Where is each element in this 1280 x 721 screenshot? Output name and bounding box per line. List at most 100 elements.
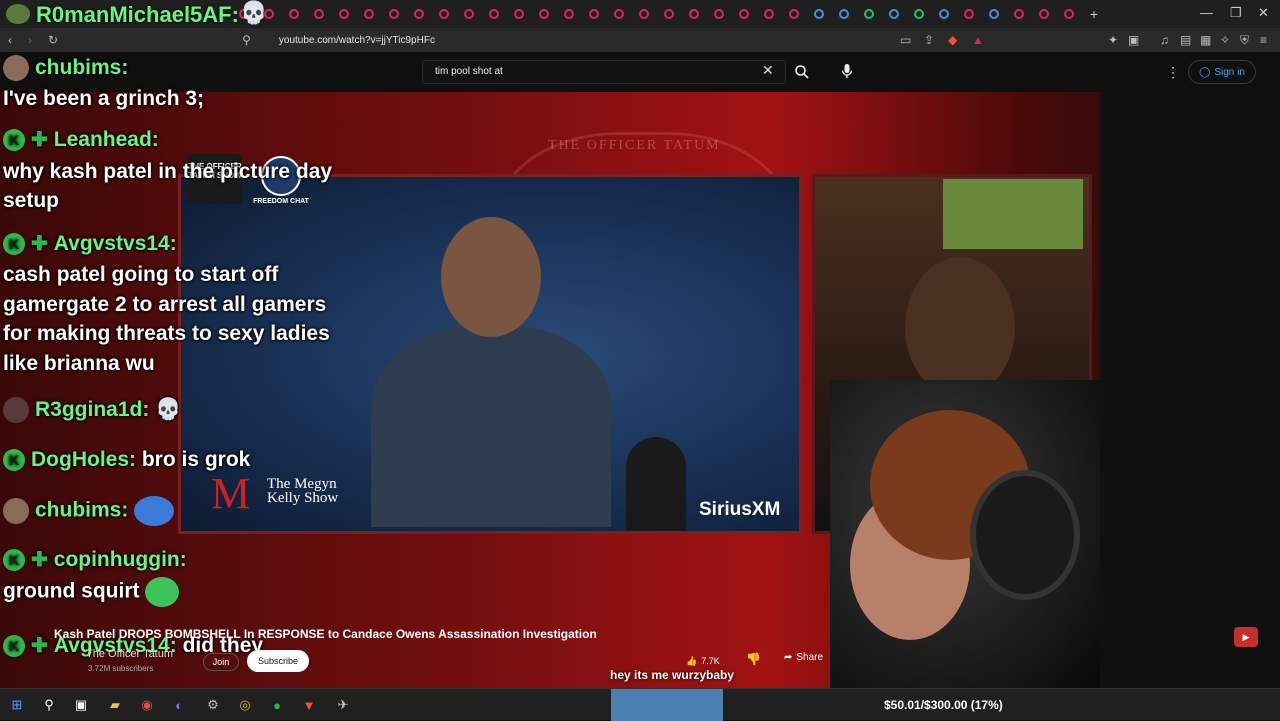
search-button[interactable] <box>790 60 814 84</box>
chat-message: K ✚ Leanhead: <box>3 126 159 154</box>
browser-tab[interactable] <box>511 6 527 22</box>
browser-tab[interactable] <box>386 6 402 22</box>
browser-tab[interactable] <box>286 6 302 22</box>
browser-tab[interactable] <box>636 6 652 22</box>
browser-tab[interactable] <box>736 6 752 22</box>
more-options-icon[interactable]: ⋮ <box>1166 64 1180 81</box>
host-figure <box>905 257 1015 397</box>
sign-in-button[interactable]: ◯ Sign in <box>1188 60 1256 84</box>
chat-message-text: why kash patel in the picture day <box>3 158 332 186</box>
wallet-icon[interactable]: ▦ <box>1200 33 1211 47</box>
chat-message-text: setup <box>3 187 59 215</box>
browser-tab[interactable] <box>836 6 852 22</box>
address-bar[interactable]: youtube.com/watch?v=jjYTic9pHFc <box>279 35 435 46</box>
share-button[interactable]: ➦ Share <box>784 652 823 663</box>
extensions-icon[interactable]: ✦ <box>1108 33 1118 47</box>
chat-username: Avgvstvs14: <box>53 232 177 255</box>
app-icon[interactable]: ✈ <box>334 696 352 714</box>
browser-tab[interactable] <box>1061 6 1077 22</box>
vpn-icon[interactable]: ⛨ <box>1240 33 1249 48</box>
kick-badge-icon: K <box>3 233 25 256</box>
chat-username: Leanhead: <box>53 128 159 151</box>
brave-rewards-icon[interactable]: ▲ <box>972 33 984 47</box>
chat-message: K DogHoles: bro is grok <box>3 446 250 474</box>
browser-tab[interactable] <box>961 6 977 22</box>
browser-tab[interactable] <box>436 6 452 22</box>
browser-tab[interactable] <box>361 6 377 22</box>
chat-message: K ✚ Avgvstvs14: <box>3 230 177 258</box>
thumbs-up-icon: 👍 <box>686 655 698 666</box>
chrome-icon[interactable]: ◎ <box>236 696 254 714</box>
subscriber-badge-icon: ✚ <box>31 549 48 572</box>
channel-name[interactable]: The Officer Tatum <box>86 648 173 660</box>
reload-icon[interactable]: ↻ <box>48 33 58 47</box>
share-icon: ➦ <box>784 652 793 663</box>
join-button[interactable]: Join <box>203 653 239 671</box>
obs-icon[interactable]: ◉ <box>138 696 156 714</box>
browser-tab[interactable] <box>486 6 502 22</box>
dislike-button[interactable]: 👎 <box>746 652 761 666</box>
avatar <box>3 498 29 524</box>
steam-icon[interactable]: ⚙ <box>204 696 222 714</box>
chat-message: chubims: <box>3 496 175 526</box>
browser-tab[interactable] <box>711 6 727 22</box>
browser-tab[interactable] <box>886 6 902 22</box>
minimize-icon[interactable]: — <box>1200 5 1213 20</box>
browser-tab[interactable] <box>611 6 627 22</box>
browser-menu-icon[interactable]: ≡ <box>1260 33 1267 47</box>
browser-tab[interactable] <box>661 6 677 22</box>
kick-badge-icon: K <box>3 549 25 572</box>
back-icon[interactable]: ‹ <box>8 33 12 47</box>
browser-tab[interactable] <box>1036 6 1052 22</box>
forward-icon[interactable]: › <box>28 33 32 47</box>
screenshot-icon[interactable]: ▣ <box>1128 33 1139 47</box>
brave-icon[interactable]: ▼ <box>300 696 318 714</box>
browser-tab[interactable] <box>686 6 702 22</box>
youtube-logo-icon: ▶ <box>1234 627 1258 647</box>
chat-username: chubims: <box>35 56 129 79</box>
media-icon[interactable]: ♫ <box>1160 33 1169 47</box>
browser-tab[interactable] <box>311 6 327 22</box>
spotify-icon[interactable]: ● <box>268 696 286 714</box>
clear-search-icon[interactable]: ✕ <box>762 62 774 79</box>
leo-icon[interactable]: ✧ <box>1220 33 1230 47</box>
brave-shield-icon[interactable]: ◆ <box>948 33 957 47</box>
stream-caption: hey its me wurzybaby <box>610 668 735 682</box>
browser-tab[interactable] <box>936 6 952 22</box>
maximize-icon[interactable]: ❐ <box>1230 5 1242 21</box>
browser-tab[interactable] <box>336 6 352 22</box>
avatar <box>6 4 30 24</box>
subscriber-count: 3.72M subscribers <box>88 664 154 673</box>
browser-tab[interactable] <box>411 6 427 22</box>
close-window-icon[interactable]: ✕ <box>1258 5 1269 21</box>
subscribe-button[interactable]: Subscribe <box>247 650 309 672</box>
pepe-emote-icon <box>134 496 175 526</box>
browser-tab[interactable] <box>461 6 477 22</box>
browser-tab[interactable] <box>561 6 577 22</box>
browser-tab[interactable] <box>761 6 777 22</box>
bookmark-icon[interactable]: ⚲ <box>242 33 251 47</box>
voice-search-button[interactable] <box>836 60 858 82</box>
start-icon[interactable]: ⊞ <box>8 696 26 714</box>
search-icon[interactable]: ⚲ <box>40 696 58 714</box>
subscriber-badge-icon: ✚ <box>31 635 48 658</box>
kick-badge-icon: K <box>3 635 25 658</box>
share-page-icon[interactable]: ⇪ <box>924 33 934 47</box>
new-tab-button[interactable]: + <box>1086 6 1102 22</box>
browser-tab[interactable] <box>861 6 877 22</box>
browser-tab[interactable] <box>536 6 552 22</box>
cast-icon[interactable]: ▭ <box>900 33 911 47</box>
subscriber-badge-icon: ✚ <box>31 233 48 256</box>
search-input[interactable]: tim pool shot at <box>422 60 786 84</box>
browser-tab[interactable] <box>1011 6 1027 22</box>
browser-tab[interactable] <box>586 6 602 22</box>
sidebar-icon[interactable]: ▤ <box>1180 33 1191 47</box>
discord-icon[interactable]: ◐ <box>170 696 188 714</box>
share-label: Share <box>796 652 824 663</box>
browser-tab[interactable] <box>986 6 1002 22</box>
browser-tab[interactable] <box>811 6 827 22</box>
browser-tab[interactable] <box>786 6 802 22</box>
file-explorer-icon[interactable]: ▰ <box>106 696 124 714</box>
task-view-icon[interactable]: ▣ <box>72 696 90 714</box>
browser-tab[interactable] <box>911 6 927 22</box>
